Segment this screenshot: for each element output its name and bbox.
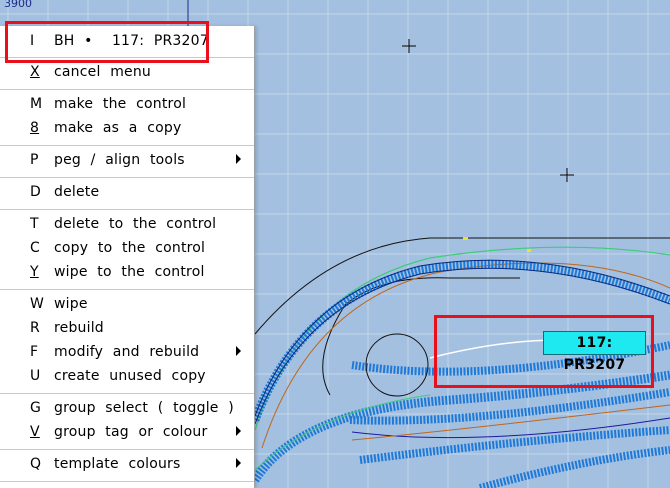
menu-key: F — [30, 344, 39, 360]
menu-key: D — [30, 184, 41, 200]
menu-key: U — [30, 368, 41, 384]
axis-label: 3900 — [4, 0, 32, 10]
context-menu[interactable]: I BH • 117: PR3207 X cancel menu M make … — [0, 26, 255, 488]
menu-key: G — [30, 400, 42, 416]
menu-item-modify-rebuild[interactable]: F modify and rebuild — [0, 341, 254, 365]
menu-item-delete-to-control[interactable]: T delete to the control — [0, 213, 254, 237]
crosshair-marker-1 — [402, 39, 416, 53]
peg-circle[interactable] — [365, 333, 429, 397]
menu-item-wipe[interactable]: W wipe — [0, 293, 254, 317]
menu-label: wipe to the control — [54, 264, 205, 280]
menu-divider — [0, 481, 254, 482]
menu-divider — [0, 289, 254, 290]
menu-label: make the control — [54, 96, 187, 112]
crosshair-marker-2 — [560, 168, 574, 182]
menu-key: P — [30, 152, 39, 168]
menu-item-rebuild[interactable]: R rebuild — [0, 317, 254, 341]
menu-divider — [0, 393, 254, 394]
menu-key: 8 — [30, 120, 40, 136]
lower-track-4 — [478, 446, 670, 488]
menu-item-template-colours[interactable]: Q template colours — [0, 453, 254, 477]
menu-key: M — [30, 96, 43, 112]
submenu-arrow-icon — [236, 426, 241, 436]
highlight-box-menu-header — [5, 21, 209, 63]
menu-label: modify and rebuild — [54, 344, 200, 360]
menu-key: Q — [30, 456, 42, 472]
marker-yellow — [463, 237, 468, 240]
menu-item-group-tag[interactable]: V group tag or colour — [0, 421, 254, 445]
menu-label: group select ( toggle ) — [54, 400, 234, 416]
menu-key: Y — [30, 264, 39, 280]
submenu-arrow-icon — [236, 346, 241, 356]
menu-item-peg-align[interactable]: P peg / align tools — [0, 149, 254, 173]
menu-key: R — [30, 320, 40, 336]
menu-item-cancel[interactable]: X cancel menu — [0, 61, 254, 85]
menu-item-wipe-to-control[interactable]: Y wipe to the control — [0, 261, 254, 285]
menu-label: cancel menu — [54, 64, 151, 80]
menu-divider — [0, 89, 254, 90]
menu-divider — [0, 209, 254, 210]
menu-label: copy to the control — [54, 240, 206, 256]
menu-divider — [0, 449, 254, 450]
submenu-arrow-icon — [236, 458, 241, 468]
menu-key: T — [30, 216, 39, 232]
menu-divider — [0, 145, 254, 146]
menu-label: make as a copy — [54, 120, 182, 136]
menu-label: wipe — [54, 296, 88, 312]
submenu-arrow-icon — [236, 154, 241, 164]
menu-key: C — [30, 240, 40, 256]
menu-item-create-unused-copy[interactable]: U create unused copy — [0, 365, 254, 389]
marker-yellow — [527, 249, 531, 252]
menu-divider — [0, 177, 254, 178]
menu-key: X — [30, 64, 40, 80]
menu-item-make-copy[interactable]: 8 make as a copy — [0, 117, 254, 141]
menu-label: create unused copy — [54, 368, 206, 384]
menu-label: rebuild — [54, 320, 104, 336]
menu-item-group-select[interactable]: G group select ( toggle ) — [0, 397, 254, 421]
menu-item-delete[interactable]: D delete — [0, 181, 254, 205]
menu-label: delete to the control — [54, 216, 217, 232]
menu-label: peg / align tools — [54, 152, 185, 168]
menu-item-copy-to-control[interactable]: C copy to the control — [0, 237, 254, 261]
menu-label: group tag or colour — [54, 424, 208, 440]
menu-label: delete — [54, 184, 100, 200]
menu-key: V — [30, 424, 40, 440]
template-id-tag[interactable]: 117: PR3207 — [543, 331, 646, 373]
menu-item-make-control[interactable]: M make the control — [0, 93, 254, 117]
menu-key: W — [30, 296, 45, 312]
menu-label: template colours — [54, 456, 181, 472]
